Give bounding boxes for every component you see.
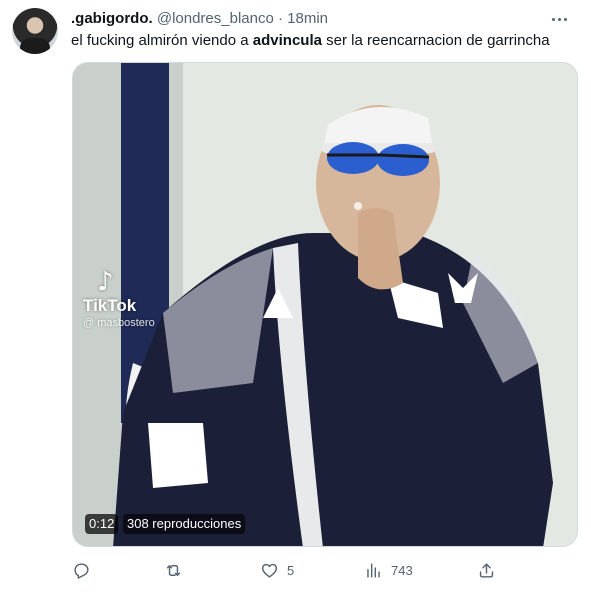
tweet-text-bold: advincula — [252, 32, 322, 49]
tweet[interactable]: .gabigordo. @londres_blanco · 18min el f… — [0, 0, 591, 593]
retweet-button[interactable] — [164, 558, 191, 582]
analytics-icon — [367, 562, 380, 578]
more-horizontal-icon[interactable] — [549, 9, 569, 29]
like-count: 5 — [287, 562, 295, 578]
video-player[interactable]: ♪ TikTok @ masbostero 0:12 308 reproducc… — [72, 62, 578, 547]
tweet-text: el fucking almirón viendo a advincula se… — [71, 31, 571, 51]
tiktok-watermark: ♪ TikTok @ masbostero — [83, 268, 155, 330]
like-button[interactable]: 5 — [260, 558, 294, 582]
tweet-header: .gabigordo. @londres_blanco · 18min — [71, 9, 575, 29]
tweet-actions: 5 743 — [72, 558, 502, 582]
heart-icon — [261, 563, 278, 578]
tiktok-brand: TikTok — [83, 296, 137, 315]
views-count: 743 — [391, 562, 413, 578]
reply-icon — [74, 562, 89, 579]
video-views: 308 reproducciones — [123, 514, 246, 534]
tweet-timestamp[interactable]: 18min — [287, 10, 328, 27]
tweet-text-part: el fucking almirón viendo a — [71, 32, 253, 49]
video-duration: 0:12 — [85, 514, 119, 534]
tiktok-logo-icon: ♪ — [97, 267, 114, 297]
tweet-text-part: ser la reencarnacion de garrincha — [321, 32, 550, 49]
tiktok-username: @ masbostero — [83, 317, 155, 329]
reply-button[interactable] — [72, 558, 99, 582]
retweet-icon — [166, 564, 181, 576]
avatar[interactable] — [12, 8, 58, 54]
header-separator: · — [277, 10, 283, 27]
share-button[interactable] — [477, 558, 496, 582]
views-button[interactable]: 743 — [364, 558, 413, 582]
author-display-name[interactable]: .gabigordo. — [71, 10, 153, 27]
author-handle[interactable]: @londres_blanco — [157, 10, 274, 27]
share-icon — [479, 562, 494, 578]
